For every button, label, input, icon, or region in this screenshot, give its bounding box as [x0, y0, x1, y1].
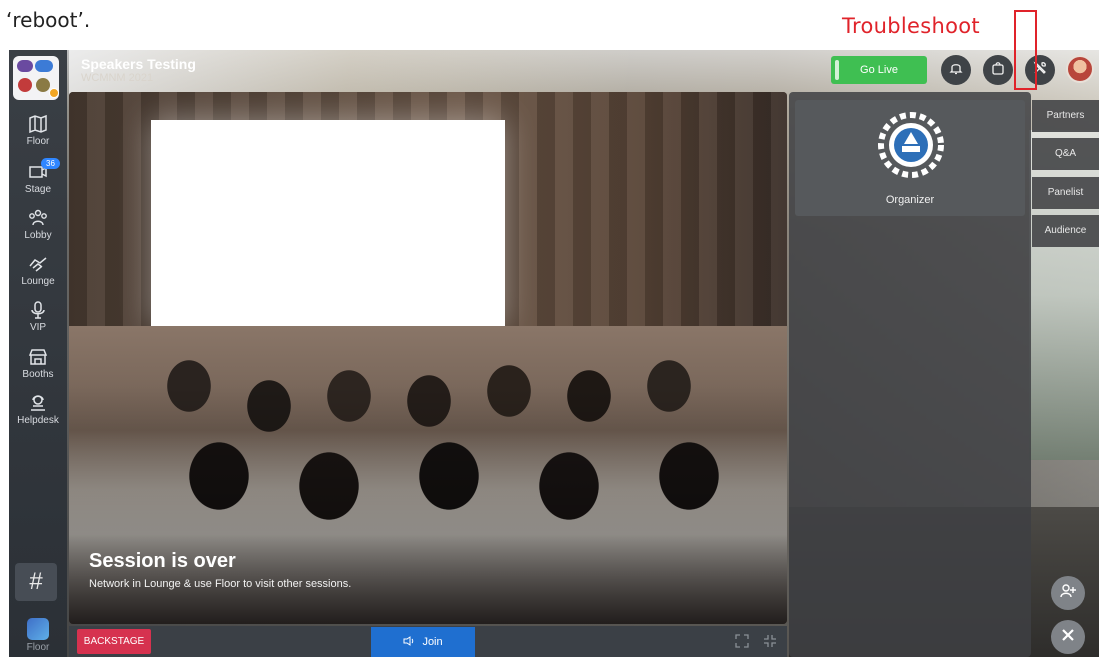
handshake-icon — [27, 254, 49, 274]
sidebar-item-label: Floor — [26, 136, 50, 147]
go-live-button[interactable]: Go Live — [831, 56, 927, 84]
tab-qa[interactable]: Q&A — [1032, 138, 1099, 170]
map-icon — [27, 114, 49, 134]
fullscreen-icon[interactable] — [735, 634, 749, 648]
tab-panelist[interactable]: Panelist — [1032, 177, 1099, 209]
participants-panel: Organizer — [789, 92, 1031, 657]
go-live-toggle-indicator — [835, 60, 839, 80]
sidebar-item-lounge[interactable]: Lounge — [9, 254, 67, 287]
user-avatar[interactable] — [1066, 55, 1094, 83]
projector-screen — [151, 120, 505, 326]
go-live-label: Go Live — [860, 64, 898, 76]
event-subtitle: WCMNM 2021 — [81, 72, 154, 84]
bag-icon — [990, 60, 1006, 81]
document-text: ‘reboot’. — [6, 8, 91, 32]
briefcase-button[interactable] — [983, 55, 1013, 85]
join-button[interactable]: Join — [371, 627, 475, 657]
sidebar-item-vip[interactable]: VIP — [9, 300, 67, 333]
add-user-icon — [1059, 582, 1077, 605]
sidebar-item-label: Booths — [22, 369, 54, 380]
logo-mark — [18, 78, 32, 92]
floor-shortcut-label: Floor — [26, 642, 50, 653]
stage-controls-bar: BACKSTAGE Join — [69, 626, 787, 657]
event-title: Speakers Testing — [81, 56, 196, 72]
channels-hash-button[interactable]: # — [15, 563, 57, 601]
organizer-logo — [874, 108, 948, 182]
floor-shortcut[interactable]: Floor — [9, 618, 67, 653]
sidebar-item-booths[interactable]: Booths — [9, 347, 67, 380]
sidebar-item-label: Lounge — [21, 276, 55, 287]
tab-partners[interactable]: Partners — [1032, 100, 1099, 132]
bell-icon — [948, 60, 964, 81]
people-icon — [27, 208, 49, 228]
backstage-button[interactable]: BACKSTAGE — [77, 629, 151, 654]
stage-count-badge: 36 — [41, 158, 60, 169]
status-dot — [49, 88, 59, 98]
helpdesk-icon — [27, 393, 49, 413]
close-panel-button[interactable] — [1051, 620, 1085, 654]
tools-icon — [1032, 60, 1048, 81]
logo-mark — [35, 60, 53, 72]
virtual-event-app: Floor 36 Stage Lobby Lounge VIP Booths H… — [9, 50, 1099, 657]
speaker-icon — [403, 628, 415, 646]
sidebar-item-label: VIP — [29, 322, 47, 333]
sidebar-item-label: Helpdesk — [17, 415, 59, 426]
troubleshoot-button[interactable] — [1025, 55, 1055, 85]
add-user-button[interactable] — [1051, 576, 1085, 610]
troubleshoot-highlight-box — [1014, 10, 1037, 48]
organizer-label: Organizer — [885, 194, 935, 206]
troubleshoot-annotation-label: Troubleshoot — [842, 14, 980, 38]
logo-mark — [36, 78, 50, 92]
event-logo[interactable] — [13, 56, 59, 100]
tab-audience[interactable]: Audience — [1032, 215, 1099, 247]
booth-icon — [27, 347, 49, 367]
sidebar-item-helpdesk[interactable]: Helpdesk — [9, 393, 67, 426]
sidebar-item-floor[interactable]: Floor — [9, 114, 67, 147]
logo-mark — [17, 60, 33, 72]
stage-video: Session is over Network in Lounge & use … — [69, 92, 787, 624]
floor-app-icon — [27, 618, 49, 640]
session-status-title: Session is over — [89, 550, 236, 572]
page: ‘reboot’. Troubleshoot Floor 36 Stage Lo… — [0, 0, 1099, 657]
sidebar-item-label: Stage — [24, 184, 52, 195]
organizer-card[interactable]: Organizer — [795, 100, 1025, 216]
sidebar-item-stage[interactable]: 36 Stage — [9, 158, 67, 195]
notifications-button[interactable] — [941, 55, 971, 85]
sidebar-item-lobby[interactable]: Lobby — [9, 208, 67, 241]
join-label: Join — [422, 636, 443, 648]
left-sidebar: Floor 36 Stage Lobby Lounge VIP Booths H… — [9, 50, 67, 657]
session-status-subtitle: Network in Lounge & use Floor to visit o… — [89, 578, 352, 590]
sidebar-item-label: Lobby — [24, 230, 52, 241]
close-icon — [1059, 626, 1077, 649]
microphone-icon — [27, 300, 49, 320]
minimize-icon[interactable] — [763, 634, 777, 648]
